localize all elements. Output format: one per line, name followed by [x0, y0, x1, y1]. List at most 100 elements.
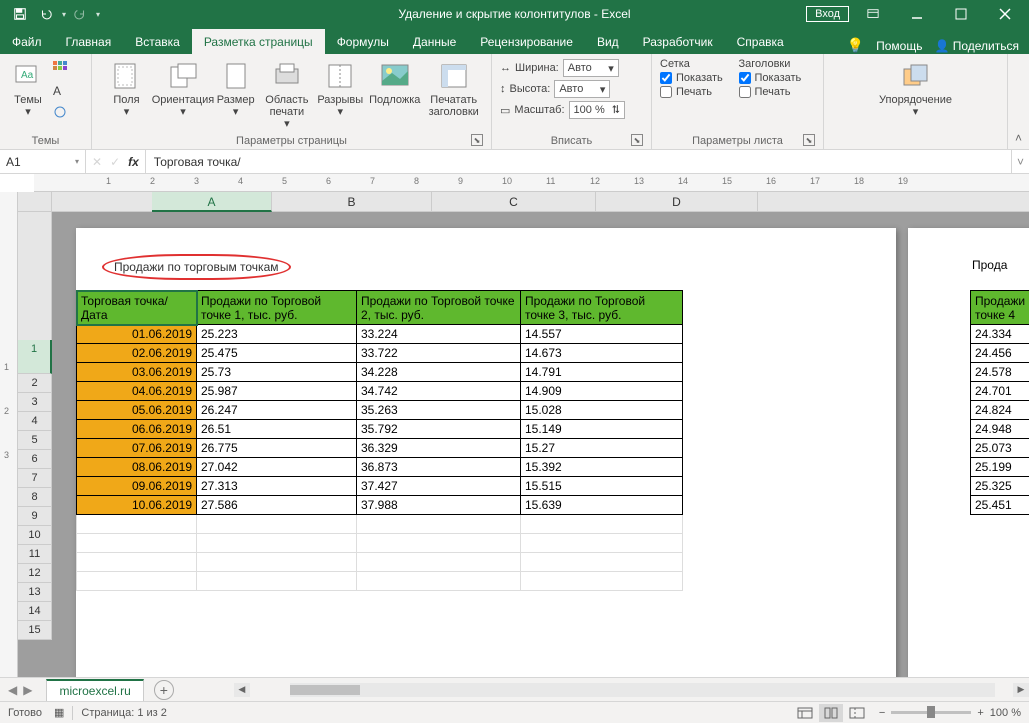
row-header-12[interactable]: 12 [18, 564, 52, 583]
row-header-3[interactable]: 3 [18, 393, 52, 412]
sheet-tab[interactable]: microexcel.ru [46, 679, 143, 701]
gridlines-view-check[interactable]: Показать [660, 72, 737, 84]
scale-input[interactable]: 100 %⮁ [569, 101, 625, 119]
normal-view-icon[interactable] [793, 704, 817, 722]
row-header-8[interactable]: 8 [18, 488, 52, 507]
effects-icon[interactable] [50, 102, 72, 122]
height-select[interactable]: Авто▾ [554, 80, 610, 98]
macro-record-icon[interactable]: ▦ [54, 706, 64, 719]
gridlines-print-check[interactable]: Печать [660, 86, 737, 98]
hscroll-right[interactable]: ▶ [1013, 683, 1029, 697]
row-header-9[interactable]: 9 [18, 507, 52, 526]
redo-icon[interactable] [68, 2, 92, 26]
cancel-formula-icon[interactable]: ✕ [92, 155, 102, 169]
headings-view-check[interactable]: Показать [739, 72, 816, 84]
vertical-ruler: 123 [0, 192, 18, 677]
share-button[interactable]: 👤 Поделиться [934, 39, 1019, 53]
tab-scroll-left[interactable]: ◀ [8, 683, 17, 697]
page-layout-view-icon[interactable] [819, 704, 843, 722]
login-button[interactable]: Вход [806, 6, 849, 22]
zoom-slider[interactable] [891, 711, 971, 714]
expand-formula-bar[interactable]: ˅ [1011, 150, 1029, 173]
width-icon: ↔ [500, 62, 511, 74]
tell-me-icon[interactable]: 💡 [847, 37, 864, 54]
ribbon: Aa Темы▾ A Темы Поля▾ Ориентация▾ Размер… [0, 54, 1029, 150]
fonts-icon[interactable]: A [50, 80, 72, 100]
row-header-5[interactable]: 5 [18, 431, 52, 450]
minimize-icon[interactable] [897, 0, 937, 28]
svg-text:Aa: Aa [21, 70, 34, 81]
help-link[interactable]: Помощь [876, 39, 922, 53]
collapse-ribbon-icon[interactable]: ˄ [1007, 54, 1029, 149]
tab-developer[interactable]: Разработчик [631, 29, 725, 54]
tab-formulas[interactable]: Формулы [325, 29, 401, 54]
tab-page-layout[interactable]: Разметка страницы [192, 29, 325, 54]
page-1: Продажи по торговым точкам Торговая точк… [76, 228, 896, 677]
zoom-in[interactable]: + [977, 707, 983, 719]
row-header-13[interactable]: 13 [18, 583, 52, 602]
row-header-4[interactable]: 4 [18, 412, 52, 431]
print-titles-button[interactable]: Печатать заголовки [424, 58, 483, 120]
close-icon[interactable] [985, 0, 1025, 28]
background-button[interactable]: Подложка [367, 58, 422, 108]
ribbon-display-icon[interactable] [853, 0, 893, 28]
tab-view[interactable]: Вид [585, 29, 631, 54]
scale-launcher[interactable]: ⬊ [631, 134, 643, 146]
page2-header: Прода [972, 258, 1007, 272]
size-button[interactable]: Размер▾ [213, 58, 258, 120]
row-header-1[interactable]: 1 [18, 340, 52, 374]
print-area-button[interactable]: Область печати▾ [260, 58, 313, 132]
orientation-button[interactable]: Ориентация▾ [155, 58, 211, 120]
save-icon[interactable] [8, 2, 32, 26]
row-header-14[interactable]: 14 [18, 602, 52, 621]
enter-formula-icon[interactable]: ✓ [110, 155, 120, 169]
headings-print-check[interactable]: Печать [739, 86, 816, 98]
fx-icon[interactable]: fx [128, 155, 139, 169]
hscroll-track[interactable] [290, 683, 995, 697]
tab-review[interactable]: Рецензирование [468, 29, 585, 54]
page-break-view-icon[interactable] [845, 704, 869, 722]
add-sheet-button[interactable]: + [154, 680, 174, 700]
tab-file[interactable]: Файл [0, 29, 54, 54]
formula-input[interactable]: Торговая точка/ [146, 150, 1011, 173]
col-header-d[interactable]: D [596, 192, 758, 212]
row-header-15[interactable]: 15 [18, 621, 52, 640]
zoom-out[interactable]: − [879, 707, 885, 719]
col-header-a[interactable]: A [152, 192, 272, 212]
maximize-icon[interactable] [941, 0, 981, 28]
name-box[interactable]: A1▾ [0, 150, 86, 173]
zoom-level[interactable]: 100 % [990, 707, 1021, 719]
undo-dropdown[interactable]: ▾ [62, 10, 66, 19]
width-select[interactable]: Авто▾ [563, 59, 619, 77]
group-sheet-options: Параметры листа⬊ [660, 133, 815, 147]
colors-icon[interactable] [50, 58, 72, 78]
tab-scroll-right[interactable]: ▶ [23, 683, 32, 697]
undo-icon[interactable] [34, 2, 58, 26]
margins-button[interactable]: Поля▾ [100, 58, 153, 120]
page-setup-launcher[interactable]: ⬊ [471, 134, 483, 146]
tab-data[interactable]: Данные [401, 29, 468, 54]
row-header-6[interactable]: 6 [18, 450, 52, 469]
qat-customize[interactable]: ▾ [96, 10, 100, 19]
select-all-corner[interactable] [18, 192, 52, 212]
tab-home[interactable]: Главная [54, 29, 124, 54]
row-header-2[interactable]: 2 [18, 374, 52, 393]
breaks-button[interactable]: Разрывы▾ [315, 58, 365, 120]
data-table-2[interactable]: Продажи точке 424.33424.45624.57824.7012… [970, 290, 1029, 515]
data-table[interactable]: Торговая точка/ ДатаПродажи по Торговой … [76, 290, 683, 591]
arrange-button[interactable]: Упорядочение▾ [871, 58, 961, 120]
col-header-c[interactable]: C [432, 192, 596, 212]
col-header-b[interactable]: B [272, 192, 432, 212]
row-header-7[interactable]: 7 [18, 469, 52, 488]
sheet-opts-launcher[interactable]: ⬊ [803, 134, 815, 146]
themes-button[interactable]: Aa Темы▾ [8, 58, 48, 120]
tab-help[interactable]: Справка [725, 29, 796, 54]
hscroll-thumb[interactable] [290, 685, 360, 695]
group-page-setup: Параметры страницы⬊ [100, 133, 483, 147]
status-ready: Готово [8, 707, 42, 719]
tab-insert[interactable]: Вставка [123, 29, 192, 54]
row-header-11[interactable]: 11 [18, 545, 52, 564]
headings-label: Заголовки [739, 58, 816, 70]
row-header-10[interactable]: 10 [18, 526, 52, 545]
hscroll-left[interactable]: ◀ [234, 683, 250, 697]
